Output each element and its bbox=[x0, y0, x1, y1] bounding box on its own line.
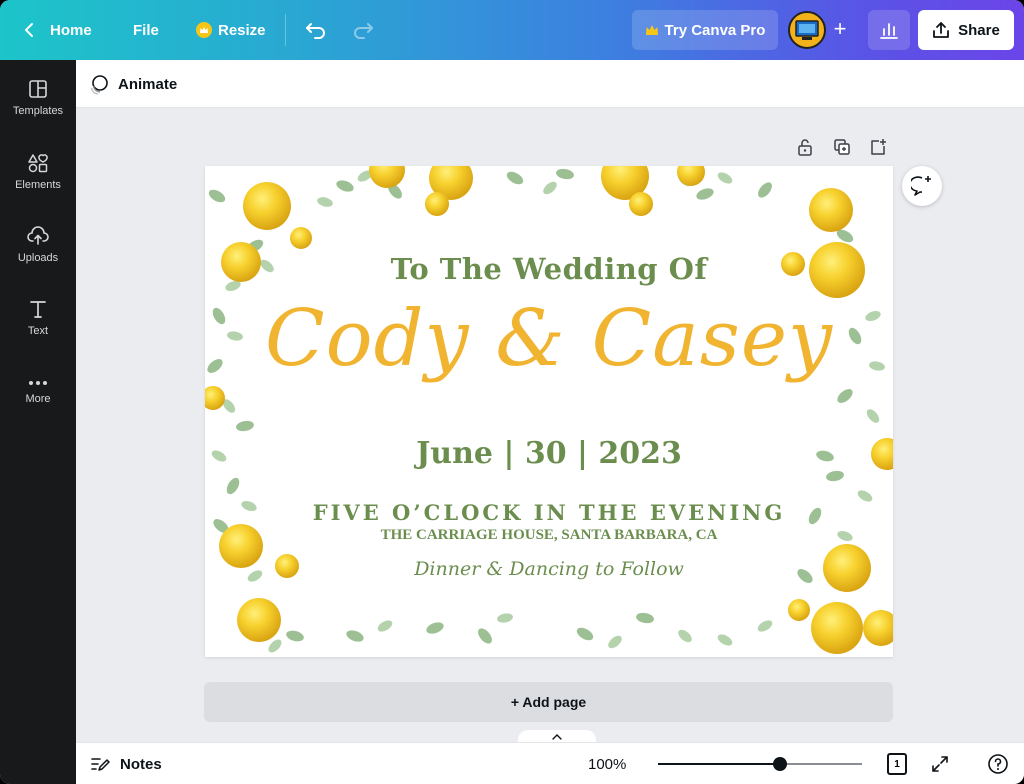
toolbar-divider bbox=[285, 14, 286, 46]
chevron-left-icon bbox=[25, 23, 33, 37]
notes-icon bbox=[91, 758, 110, 771]
file-label: File bbox=[133, 21, 159, 39]
home-button[interactable]: Home bbox=[22, 0, 92, 60]
zoom-slider[interactable] bbox=[658, 757, 862, 771]
help-button[interactable] bbox=[986, 752, 1010, 776]
sidebar-item-label: Templates bbox=[12, 105, 64, 117]
try-canva-pro-button[interactable]: Try Canva Pro bbox=[632, 10, 778, 50]
context-toolbar: Animate bbox=[76, 60, 1024, 108]
sidebar-item-more[interactable]: More bbox=[0, 360, 76, 424]
crown-icon bbox=[196, 22, 212, 38]
share-button[interactable]: Share bbox=[918, 10, 1014, 50]
bottom-bar: Notes 100% 1 bbox=[76, 742, 1024, 784]
sidebar-item-label: Elements bbox=[15, 179, 61, 191]
templates-icon bbox=[29, 80, 47, 98]
fullscreen-icon bbox=[932, 756, 948, 772]
design-page[interactable]: To The Wedding Of Cody & Casey June | 30… bbox=[205, 166, 893, 657]
redo-button[interactable] bbox=[352, 0, 374, 60]
zoom-slider-fill bbox=[658, 763, 781, 765]
sidebar-item-label: Text bbox=[27, 325, 49, 337]
file-menu-button[interactable]: File bbox=[133, 0, 159, 60]
share-label: Share bbox=[958, 21, 1000, 39]
undo-icon bbox=[306, 23, 325, 39]
add-comment-button[interactable] bbox=[902, 166, 942, 206]
chevron-up-icon bbox=[552, 734, 562, 740]
elements-icon bbox=[28, 154, 48, 173]
bar-chart-icon bbox=[880, 23, 898, 39]
sidebar-item-label: Uploads bbox=[17, 252, 59, 264]
sidebar-item-uploads[interactable]: Uploads bbox=[0, 213, 76, 277]
comment-plus-icon bbox=[911, 176, 931, 196]
avatar[interactable] bbox=[788, 11, 826, 49]
notes-button[interactable]: Notes bbox=[90, 743, 162, 784]
wedding-venue-text[interactable]: THE CARRIAGE HOUSE, SANTA BARBARA, CA bbox=[205, 527, 893, 544]
wedding-time-text[interactable]: FIVE O’CLOCK IN THE EVENING bbox=[205, 500, 893, 525]
add-page-button[interactable]: + Add page bbox=[204, 682, 893, 722]
wedding-footer-text[interactable]: Dinner & Dancing to Follow bbox=[205, 558, 893, 580]
share-upload-icon bbox=[933, 22, 950, 38]
sidebar-item-text[interactable]: Text bbox=[0, 286, 76, 350]
animate-label: Animate bbox=[118, 75, 178, 93]
text-icon bbox=[30, 301, 46, 318]
wedding-heading-text[interactable]: To The Wedding Of bbox=[205, 252, 893, 286]
sidebar-item-templates[interactable]: Templates bbox=[0, 66, 76, 130]
fullscreen-button[interactable] bbox=[928, 752, 952, 776]
zoom-level[interactable]: 100% bbox=[588, 743, 626, 784]
animate-icon bbox=[90, 75, 108, 95]
floral-border-illustration bbox=[205, 166, 893, 655]
monitor-avatar-icon bbox=[795, 20, 819, 40]
notes-label: Notes bbox=[120, 755, 162, 773]
left-sidebar: Templates Elements Uploads Text More bbox=[0, 60, 76, 784]
duplicate-page-button[interactable] bbox=[831, 136, 853, 158]
add-page-icon bbox=[871, 139, 886, 155]
try-canva-pro-label: Try Canva Pro bbox=[664, 21, 766, 39]
animate-button[interactable]: Animate bbox=[88, 68, 177, 100]
uploads-icon bbox=[27, 226, 49, 245]
resize-button[interactable]: Resize bbox=[196, 0, 266, 60]
crown-icon bbox=[645, 25, 658, 35]
duplicate-icon bbox=[834, 139, 850, 155]
top-bar: Home File Resize Try Canva Pro + Share bbox=[0, 0, 1024, 60]
unlock-icon bbox=[798, 139, 812, 156]
lock-page-button[interactable] bbox=[794, 136, 816, 158]
help-icon bbox=[988, 754, 1008, 774]
sidebar-item-label: More bbox=[25, 393, 51, 405]
add-page-icon-button[interactable] bbox=[867, 136, 889, 158]
canva-editor: Home File Resize Try Canva Pro + Share T… bbox=[0, 0, 1024, 784]
insights-button[interactable] bbox=[868, 10, 910, 50]
resize-label: Resize bbox=[218, 21, 266, 39]
home-label: Home bbox=[50, 21, 92, 39]
redo-icon bbox=[354, 23, 373, 39]
couple-names-text[interactable]: Cody & Casey bbox=[205, 294, 893, 384]
wedding-date-text[interactable]: June | 30 | 2023 bbox=[205, 436, 893, 471]
page-count-button[interactable]: 1 bbox=[887, 753, 907, 775]
zoom-slider-handle[interactable] bbox=[773, 757, 788, 771]
more-icon bbox=[29, 381, 47, 385]
sidebar-item-elements[interactable]: Elements bbox=[0, 140, 76, 204]
add-collaborator-button[interactable]: + bbox=[827, 16, 853, 42]
undo-button[interactable] bbox=[305, 0, 327, 60]
plus-icon: + bbox=[833, 16, 847, 41]
